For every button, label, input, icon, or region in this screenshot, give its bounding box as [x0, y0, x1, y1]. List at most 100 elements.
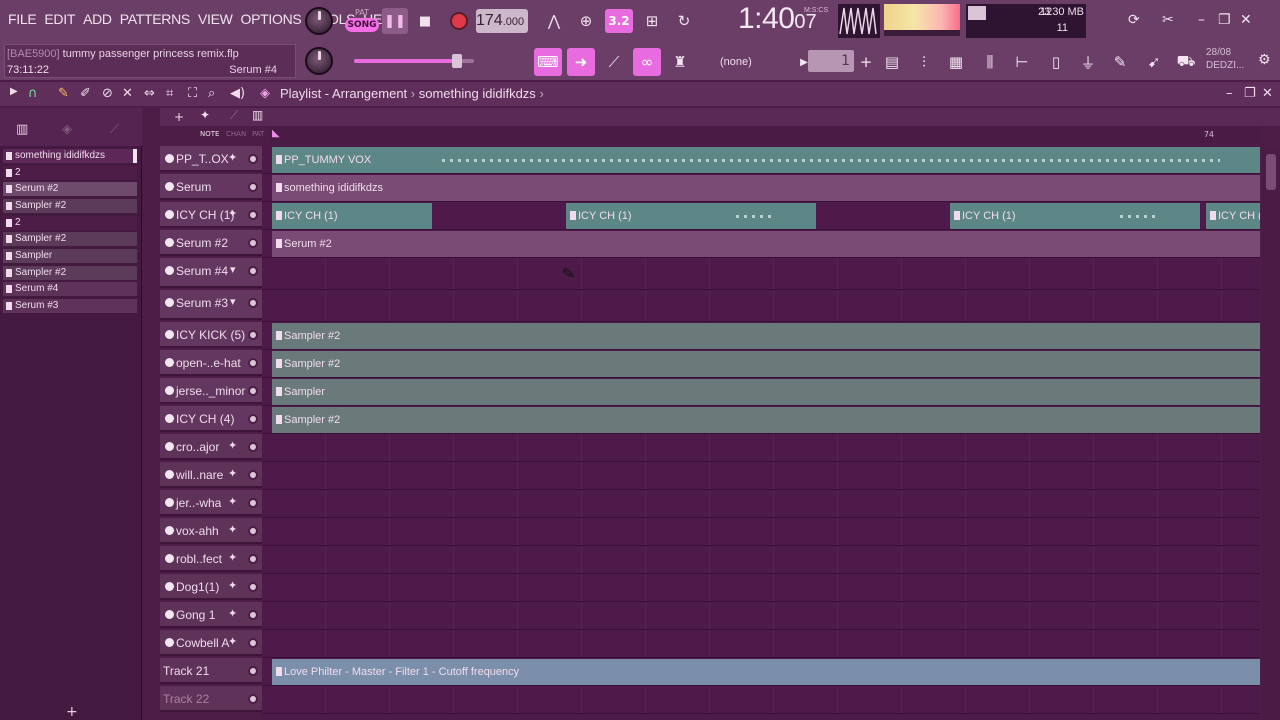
automation-icon[interactable]: ⟋ — [110, 122, 119, 137]
pat-snap-icon[interactable]: ▥ — [252, 108, 263, 122]
vertical-scrollbar[interactable] — [1262, 146, 1280, 720]
track-record-button[interactable] — [248, 266, 258, 276]
picker-item[interactable]: something ididifkdzs — [3, 149, 137, 163]
stamp-button[interactable]: ♜ — [666, 48, 694, 76]
track-header[interactable]: jerse.._minor — [160, 378, 262, 404]
playlist-minimize-icon[interactable]: – — [1226, 86, 1233, 101]
picker-item[interactable]: Sampler #2 — [3, 266, 137, 280]
add-pattern-icon[interactable]: + — [66, 704, 78, 720]
track-mute-lamp[interactable] — [165, 610, 174, 619]
mute-tool-icon[interactable]: ✕ — [122, 86, 133, 101]
audio-clip[interactable]: ICY CH (1) — [566, 203, 816, 229]
track-header[interactable]: Track 21 — [160, 658, 262, 684]
delete-tool-icon[interactable]: ⊘ — [102, 86, 113, 101]
track-lane[interactable] — [262, 290, 1260, 322]
track-record-button[interactable] — [248, 582, 258, 592]
mixer-button[interactable]: ⫼ — [976, 48, 1004, 76]
record-button[interactable] — [446, 8, 472, 34]
link-button[interactable]: ∞ — [633, 48, 661, 76]
track-lane[interactable]: Sampler #2 — [262, 350, 1260, 378]
track-record-button[interactable] — [248, 442, 258, 452]
track-record-button[interactable] — [248, 154, 258, 164]
draw-tool-icon[interactable]: ✎ — [58, 86, 69, 101]
stop-button[interactable]: ■ — [412, 8, 438, 34]
picker-item[interactable]: 2 — [3, 216, 137, 230]
picker-item[interactable]: Serum #3 — [3, 299, 137, 313]
track-record-button[interactable] — [248, 358, 258, 368]
tab-note[interactable]: NOTE — [200, 130, 219, 138]
menu-add[interactable]: ADD — [79, 11, 116, 27]
track-record-button[interactable] — [248, 610, 258, 620]
picker-item[interactable]: 2 — [3, 166, 137, 180]
track-lane[interactable] — [262, 546, 1260, 574]
paint-tool-icon[interactable]: ✐ — [80, 86, 91, 101]
track-mute-lamp[interactable] — [165, 526, 174, 535]
track-mute-lamp[interactable] — [165, 470, 174, 479]
song-position-clock[interactable]: 1:4007 M:S:CS — [738, 2, 828, 36]
track-header[interactable]: Gong 1 ✦ — [160, 602, 262, 628]
minimize-icon[interactable]: – — [1198, 12, 1205, 28]
track-record-button[interactable] — [248, 526, 258, 536]
track-lane[interactable]: Sampler #2 — [262, 322, 1260, 350]
track-record-button[interactable] — [248, 386, 258, 396]
track-header[interactable]: cro..ajor ✦ — [160, 434, 262, 460]
track-lane[interactable]: PP_TUMMY VOX — [262, 146, 1260, 174]
step-sequencer-button[interactable]: ▦ — [942, 48, 970, 76]
master-pitch-knob[interactable] — [305, 47, 333, 75]
track-mute-lamp[interactable] — [165, 298, 174, 307]
track-header[interactable]: vox-ahh ✦ — [160, 518, 262, 544]
menu-options[interactable]: OPTIONS — [237, 11, 306, 27]
track-lane[interactable] — [262, 630, 1260, 658]
track-mute-lamp[interactable] — [165, 414, 174, 423]
playlist-options-icon[interactable]: ▶ — [10, 86, 18, 97]
magnet-snap-icon[interactable]: ∩ — [28, 86, 38, 101]
settings-gear-icon[interactable]: ⚙ — [1258, 52, 1271, 68]
track-header[interactable]: Serum #3 ▾ — [160, 290, 262, 320]
audio-clip[interactable]: ICY CH (1) — [1206, 203, 1260, 229]
note-snap-icon[interactable]: ✦ — [200, 108, 210, 122]
play-pause-button[interactable]: ❚❚ — [382, 8, 408, 34]
vertical-scrollbar-thumb[interactable] — [1266, 154, 1276, 190]
playlist-close-icon[interactable]: ✕ — [1262, 86, 1273, 101]
blend-notes-icon[interactable]: ⊞ — [638, 9, 666, 33]
track-lane[interactable] — [262, 686, 1260, 714]
track-mute-lamp[interactable] — [165, 638, 174, 647]
plugin-button[interactable]: ⏚ — [1074, 48, 1102, 76]
track-header[interactable]: Serum #2 — [160, 230, 262, 256]
timeline-ruler[interactable]: ◣ 74 — [270, 126, 1260, 144]
pattern-clip[interactable]: something ididifkdzs — [272, 175, 1260, 201]
track-record-button[interactable] — [248, 666, 258, 676]
render-button[interactable]: ➹ — [1140, 48, 1168, 76]
dropdown-arrow-icon[interactable]: ▾ — [230, 295, 236, 308]
restore-icon[interactable]: ❐ — [1218, 12, 1231, 28]
dropdown-arrow-icon[interactable]: ▾ — [230, 263, 236, 276]
news-panel[interactable]: 28/08 DEDZI... — [1206, 46, 1254, 76]
track-mute-lamp[interactable] — [165, 210, 174, 219]
track-header[interactable]: PP_T..OX ✦ — [160, 146, 262, 172]
track-record-button[interactable] — [248, 210, 258, 220]
track-lane[interactable]: Sampler — [262, 378, 1260, 406]
track-record-button[interactable] — [248, 330, 258, 340]
wait-input-icon[interactable]: ⊕ — [572, 9, 600, 33]
master-volume-knob[interactable] — [305, 7, 333, 35]
picker-item[interactable]: Serum #4 — [3, 282, 137, 296]
track-header[interactable]: robl..fect ✦ — [160, 546, 262, 572]
track-header[interactable]: jer..-wha ✦ — [160, 490, 262, 516]
metronome-icon[interactable]: ⋀ — [540, 9, 568, 33]
track-lane[interactable] — [262, 518, 1260, 546]
track-mute-lamp[interactable] — [165, 582, 174, 591]
add-pattern-icon[interactable]: + — [852, 48, 880, 76]
track-record-button[interactable] — [248, 238, 258, 248]
audio-clip[interactable]: ICY CH (1) — [950, 203, 1200, 229]
menu-edit[interactable]: EDIT — [40, 11, 79, 27]
tempo-tap-button[interactable]: ✎ — [1106, 48, 1134, 76]
pattern-clip[interactable]: Sampler #2 — [272, 351, 1260, 377]
add-track-icon[interactable]: + — [174, 110, 184, 124]
snap-select[interactable]: (none) — [716, 52, 782, 72]
pattern-selector[interactable]: 1 — [808, 50, 854, 72]
audio-clip[interactable]: ICY CH (1) — [272, 203, 432, 229]
track-mute-lamp[interactable] — [165, 554, 174, 563]
tab-pat[interactable]: PAT — [252, 130, 264, 138]
playlist-window-button[interactable]: ▤ — [878, 48, 906, 76]
track-mute-lamp[interactable] — [165, 358, 174, 367]
